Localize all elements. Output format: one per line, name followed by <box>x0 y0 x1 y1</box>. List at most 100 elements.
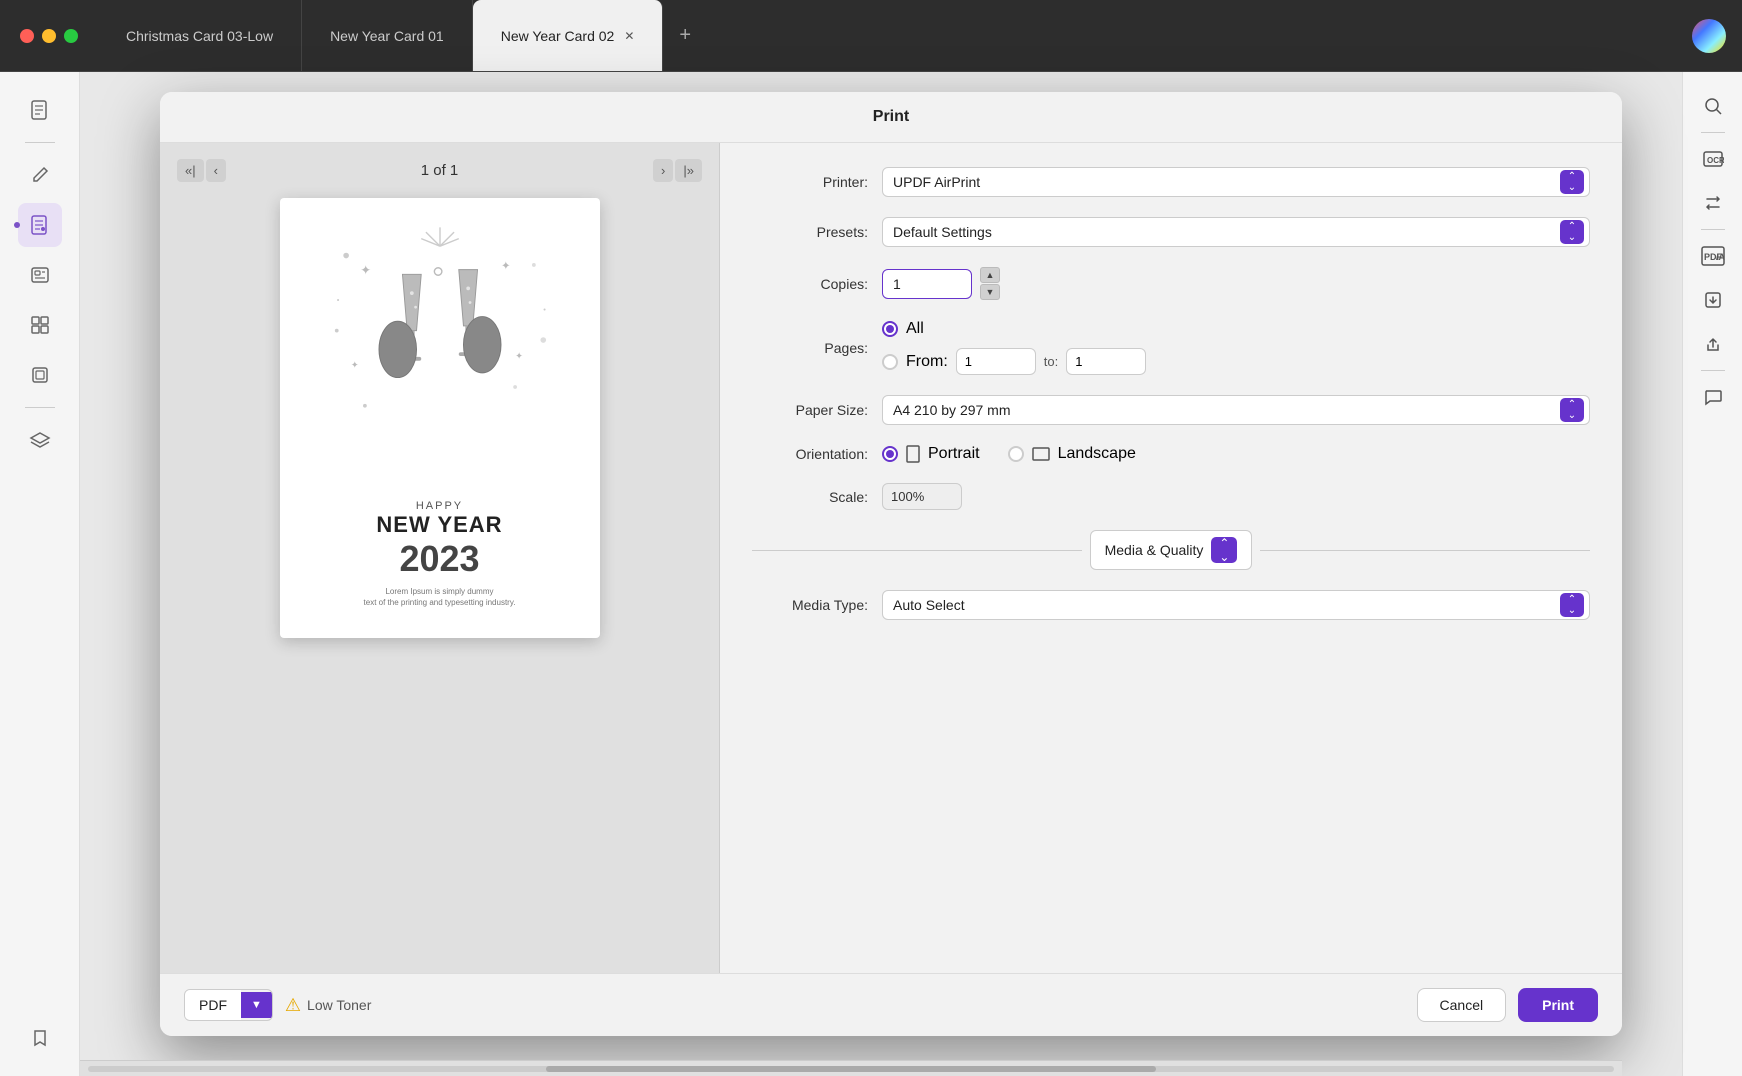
sidebar-icon-pen[interactable] <box>18 153 62 197</box>
first-page-button[interactable]: «| <box>177 159 204 182</box>
printer-select[interactable]: UPDF AirPrint <box>882 167 1590 197</box>
tab-new-year-card-01[interactable]: New Year Card 01 <box>302 0 473 71</box>
pages-range-row: From: to: <box>882 348 1146 375</box>
sidebar-icon-form[interactable] <box>18 253 62 297</box>
sidebar-icon-annotation[interactable] <box>18 203 62 247</box>
svg-text:✦: ✦ <box>515 351 523 361</box>
orientation-row: Orientation: Portrait <box>752 445 1590 463</box>
last-page-button[interactable]: |» <box>675 159 702 182</box>
media-type-select[interactable]: Auto Select <box>882 590 1590 620</box>
left-sidebar <box>0 72 80 1076</box>
maximize-button[interactable] <box>64 29 78 43</box>
cancel-button[interactable]: Cancel <box>1417 988 1507 1022</box>
pdf-button-group: PDF ▼ <box>184 989 273 1021</box>
printer-row: Printer: UPDF AirPrint ⌃⌄ <box>752 167 1590 197</box>
bottom-scrollbar[interactable] <box>80 1060 1622 1076</box>
dialog-title: Print <box>160 92 1622 143</box>
scale-input[interactable] <box>882 483 962 510</box>
share-icon[interactable] <box>1695 326 1731 362</box>
card-year-text: 2023 <box>364 538 516 580</box>
scroll-thumb[interactable] <box>546 1066 1156 1072</box>
sidebar-icon-layers[interactable] <box>18 418 62 462</box>
media-quality-label: Media & Quality <box>1105 542 1204 558</box>
card-newyear-text: NEW YEAR <box>364 512 516 538</box>
presets-control: Default Settings ⌃⌄ <box>882 217 1590 247</box>
sidebar-icon-bookmark[interactable] <box>18 1016 62 1060</box>
warning-text: Low Toner <box>307 997 371 1013</box>
portrait-label: Portrait <box>928 445 980 463</box>
portrait-row: Portrait <box>882 445 980 463</box>
extract-icon[interactable] <box>1695 282 1731 318</box>
print-dialog: Print «| ‹ 1 of 1 › |» <box>160 92 1622 1036</box>
svg-text:•: • <box>336 295 339 304</box>
footer-left: PDF ▼ <box>184 989 273 1021</box>
portrait-icon <box>906 445 920 463</box>
landscape-icon <box>1032 447 1050 461</box>
sidebar-icon-document[interactable] <box>18 88 62 132</box>
pages-all-radio[interactable] <box>882 321 898 337</box>
svg-text:•: • <box>543 305 546 314</box>
section-divider-right <box>1260 550 1590 551</box>
replace-icon[interactable] <box>1695 185 1731 221</box>
page-nav: «| ‹ 1 of 1 › |» <box>176 159 703 182</box>
section-divider-left <box>752 550 1082 551</box>
landscape-row: Landscape <box>1008 445 1136 463</box>
preview-panel: «| ‹ 1 of 1 › |» <box>160 143 720 973</box>
right-separator-2 <box>1701 229 1725 230</box>
presets-select[interactable]: Default Settings <box>882 217 1590 247</box>
landscape-radio[interactable] <box>1008 446 1024 462</box>
presets-row: Presets: Default Settings ⌃⌄ <box>752 217 1590 247</box>
presets-select-wrapper: Default Settings ⌃⌄ <box>882 217 1590 247</box>
dialog-footer: PDF ▼ ⚠ Low Toner Cancel Print <box>160 973 1622 1036</box>
orientation-control: Portrait Landscape <box>882 445 1590 463</box>
comment-icon[interactable] <box>1695 379 1731 415</box>
tab-close-button[interactable]: ✕ <box>624 30 634 42</box>
media-quality-arrow[interactable]: ⌃⌄ <box>1211 537 1237 563</box>
warning-icon: ⚠ <box>285 995 301 1016</box>
scroll-track <box>88 1066 1614 1072</box>
right-sidebar: OCR PDF /A <box>1682 72 1742 1076</box>
media-type-control: Auto Select ⌃⌄ <box>882 590 1590 620</box>
tab-christmas-card[interactable]: Christmas Card 03-Low <box>98 0 302 71</box>
add-tab-button[interactable]: + <box>663 0 707 71</box>
pdfa-icon[interactable]: PDF /A <box>1695 238 1731 274</box>
user-area <box>1692 19 1742 53</box>
pages-from-label: From: <box>906 353 948 371</box>
sidebar-icon-compress[interactable] <box>18 353 62 397</box>
active-dot <box>14 222 20 228</box>
paper-size-select[interactable]: A4 210 by 297 mm <box>882 395 1590 425</box>
ocr-icon[interactable]: OCR <box>1695 141 1731 177</box>
prev-page-button[interactable]: ‹ <box>206 159 226 182</box>
sidebar-icon-organize[interactable] <box>18 303 62 347</box>
content-area: Print «| ‹ 1 of 1 › |» <box>80 72 1682 1076</box>
copies-label: Copies: <box>752 276 882 292</box>
next-page-button[interactable]: › <box>653 159 673 182</box>
copies-decrement[interactable]: ▼ <box>980 284 1000 300</box>
paper-size-label: Paper Size: <box>752 402 882 418</box>
print-button[interactable]: Print <box>1518 988 1598 1022</box>
tab-label: New Year Card 01 <box>330 28 444 44</box>
tab-new-year-card-02[interactable]: New Year Card 02 ✕ <box>473 0 664 71</box>
pdf-dropdown-button[interactable]: ▼ <box>241 992 272 1018</box>
dialog-body: «| ‹ 1 of 1 › |» <box>160 143 1622 973</box>
svg-text:✦: ✦ <box>350 360 358 370</box>
svg-text:✦: ✦ <box>501 261 510 273</box>
scale-control <box>882 483 1590 510</box>
tabs-area: Christmas Card 03-Low New Year Card 01 N… <box>78 0 1692 71</box>
media-type-label: Media Type: <box>752 597 882 613</box>
copies-increment[interactable]: ▲ <box>980 267 1000 283</box>
portrait-radio[interactable] <box>882 446 898 462</box>
traffic-lights <box>0 29 78 43</box>
copies-input[interactable]: 1 <box>882 269 972 299</box>
close-button[interactable] <box>20 29 34 43</box>
pages-control: All From: to: <box>882 320 1590 375</box>
user-avatar <box>1692 19 1726 53</box>
pages-to-input[interactable] <box>1066 348 1146 375</box>
search-icon[interactable] <box>1695 88 1731 124</box>
minimize-button[interactable] <box>42 29 56 43</box>
copies-stepper: ▲ ▼ <box>980 267 1000 300</box>
page-counter: 1 of 1 <box>239 162 640 179</box>
pages-from-input[interactable] <box>956 348 1036 375</box>
pages-range-radio[interactable] <box>882 354 898 370</box>
pdf-label-button[interactable]: PDF <box>185 990 241 1020</box>
